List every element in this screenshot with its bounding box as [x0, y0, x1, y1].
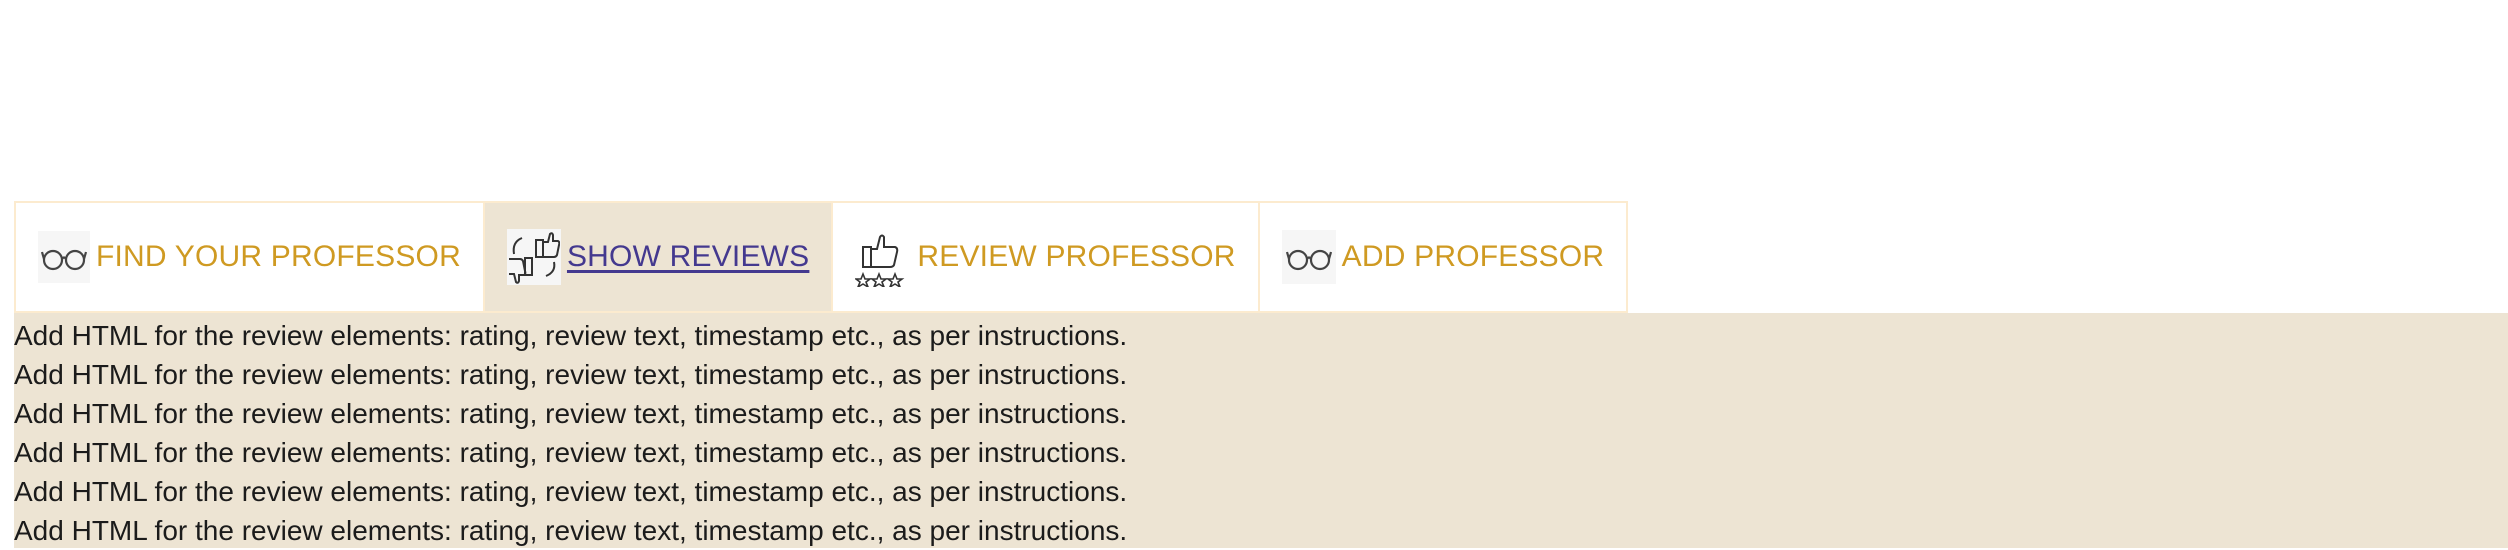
- review-line: Add HTML for the review elements: rating…: [14, 476, 1128, 507]
- review-line: Add HTML for the review elements: rating…: [14, 515, 1128, 546]
- tab-label: ADD PROFESSOR: [1341, 240, 1605, 273]
- tab-label: FIND YOUR PROFESSOR: [96, 240, 461, 273]
- tab-add-professor[interactable]: ADD PROFESSOR: [1257, 201, 1629, 313]
- tab-bar: FIND YOUR PROFESSOR SHOW REVIEWS REVIEW …: [14, 201, 1629, 313]
- thumbs-up-stars-icon: [855, 227, 911, 287]
- review-line: Add HTML for the review elements: rating…: [14, 398, 1128, 429]
- tab-show-reviews[interactable]: SHOW REVIEWS: [482, 201, 832, 313]
- tab-find-your-professor[interactable]: FIND YOUR PROFESSOR: [14, 201, 483, 313]
- reviews-panel: Add HTML for the review elements: rating…: [14, 313, 2508, 548]
- review-line: Add HTML for the review elements: rating…: [14, 320, 1128, 351]
- tab-label: SHOW REVIEWS: [566, 240, 810, 273]
- tab-review-professor[interactable]: REVIEW PROFESSOR: [831, 201, 1258, 313]
- review-line: Add HTML for the review elements: rating…: [14, 437, 1128, 468]
- glasses-icon: [38, 231, 90, 283]
- tab-label: REVIEW PROFESSOR: [917, 240, 1236, 273]
- thumbs-up-down-icon: [506, 229, 561, 285]
- review-line: Add HTML for the review elements: rating…: [14, 359, 1128, 390]
- glasses-icon: [1281, 230, 1336, 284]
